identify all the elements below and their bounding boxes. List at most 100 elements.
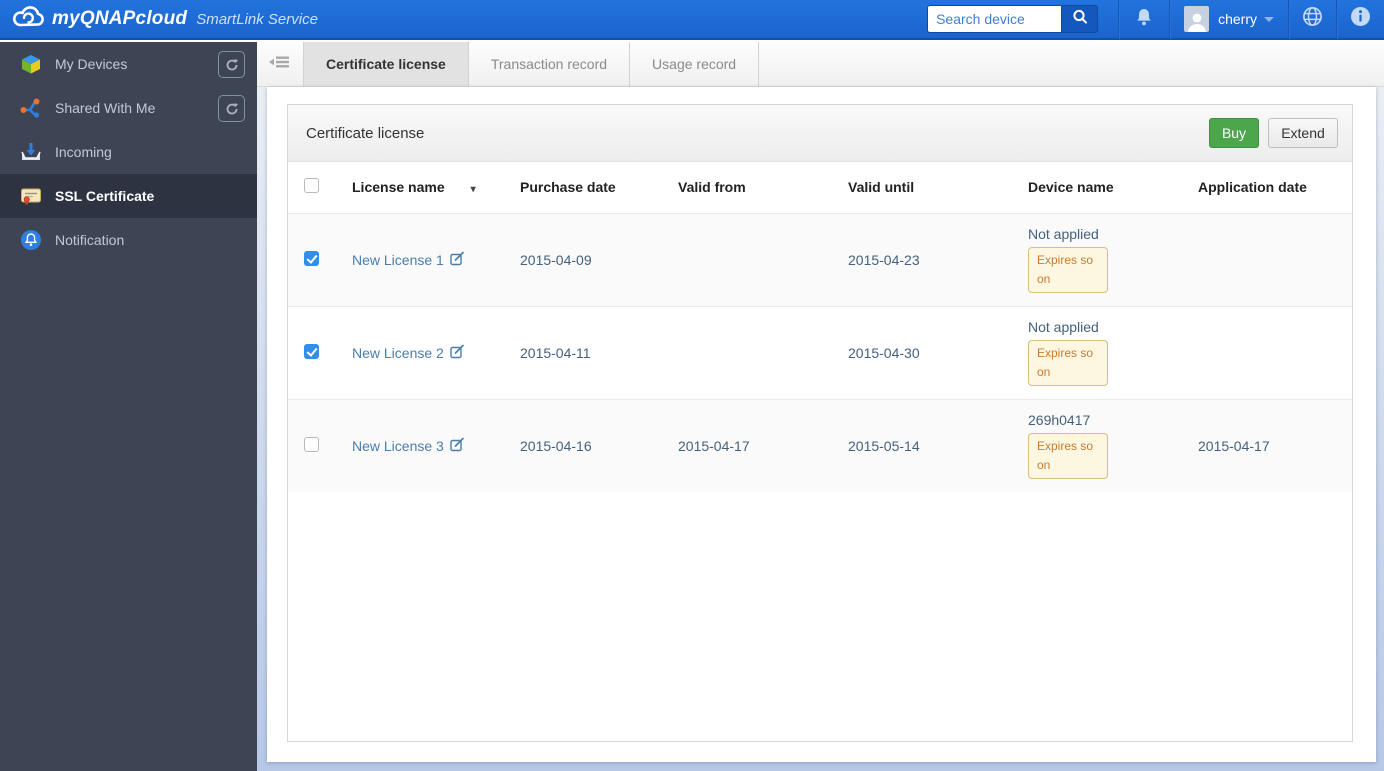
panel-title: Certificate license bbox=[306, 124, 425, 142]
tab-label: Certificate license bbox=[326, 56, 446, 72]
valid-from-cell bbox=[658, 306, 828, 399]
notification-bell-icon bbox=[20, 229, 42, 251]
certificate-license-panel: Certificate license Buy Extend License n… bbox=[287, 104, 1353, 742]
refresh-shared-button[interactable] bbox=[218, 95, 245, 122]
panel-header: Certificate license Buy Extend bbox=[288, 105, 1352, 162]
sidebar-item-label: SSL Certificate bbox=[55, 188, 155, 204]
notifications-button[interactable] bbox=[1119, 0, 1169, 39]
edit-icon[interactable] bbox=[450, 344, 465, 362]
device-name-cell: 269h0417 Expires soon bbox=[1008, 399, 1178, 492]
license-name-link[interactable]: New License 2 bbox=[352, 344, 465, 362]
collapse-sidebar-button[interactable] bbox=[257, 42, 303, 86]
devices-cube-icon bbox=[20, 53, 42, 75]
valid-until-cell: 2015-04-23 bbox=[848, 251, 920, 268]
application-date-cell bbox=[1178, 213, 1352, 306]
app-title: myQNAPcloud bbox=[52, 8, 188, 29]
edit-icon[interactable] bbox=[450, 437, 465, 455]
license-name-link[interactable]: New License 1 bbox=[352, 251, 465, 269]
cloud-logo-icon bbox=[12, 4, 44, 35]
table-header-row: License name ▾ Purchase date Valid from V… bbox=[288, 162, 1352, 213]
content-sheet: Certificate license Buy Extend License n… bbox=[267, 87, 1376, 762]
sidebar: My Devices Shared With Me Incoming SSL C… bbox=[0, 42, 257, 771]
sidebar-item-label: Shared With Me bbox=[55, 100, 156, 116]
select-all-checkbox[interactable] bbox=[304, 178, 319, 194]
tab-label: Transaction record bbox=[490, 56, 608, 72]
tab-label: Usage record bbox=[652, 56, 737, 72]
license-name: New License 1 bbox=[352, 251, 444, 268]
license-table: License name ▾ Purchase date Valid from V… bbox=[288, 162, 1352, 492]
column-header-valid-from[interactable]: Valid from bbox=[658, 162, 828, 213]
sidebar-item-ssl-certificate[interactable]: SSL Certificate bbox=[0, 174, 257, 218]
device-name: 269h0417 bbox=[1028, 412, 1091, 429]
tab-usage-record[interactable]: Usage record bbox=[629, 42, 760, 86]
table-row[interactable]: New License 2 2015-04-11 2015-04-30 Not … bbox=[288, 306, 1352, 399]
purchase-date-cell: 2015-04-09 bbox=[520, 251, 592, 268]
info-icon bbox=[1350, 6, 1371, 32]
license-name: New License 2 bbox=[352, 344, 444, 361]
table-row[interactable]: New License 3 2015-04-16 2015-04-17 2015… bbox=[288, 399, 1352, 492]
search-button[interactable] bbox=[1061, 5, 1099, 33]
application-date-cell bbox=[1178, 306, 1352, 399]
search-input[interactable] bbox=[927, 5, 1062, 33]
search-icon bbox=[1071, 8, 1089, 31]
tab-bar: Certificate license Transaction record U… bbox=[257, 42, 1384, 87]
expires-soon-badge: Expires soon bbox=[1028, 433, 1108, 480]
extend-button[interactable]: Extend bbox=[1268, 118, 1338, 148]
row-checkbox[interactable] bbox=[304, 343, 319, 359]
purchase-date-cell: 2015-04-16 bbox=[520, 437, 592, 454]
sidebar-item-shared-with-me[interactable]: Shared With Me bbox=[0, 86, 257, 130]
row-checkbox[interactable] bbox=[304, 250, 319, 266]
column-header-application-date[interactable]: Application date bbox=[1178, 162, 1352, 213]
tab-certificate-license[interactable]: Certificate license bbox=[303, 42, 469, 86]
collapse-menu-icon bbox=[269, 54, 291, 75]
device-name-cell: Not applied Expires soon bbox=[1008, 306, 1178, 399]
device-search bbox=[927, 5, 1099, 33]
sidebar-item-label: My Devices bbox=[55, 56, 128, 72]
avatar bbox=[1184, 6, 1210, 32]
sidebar-item-incoming[interactable]: Incoming bbox=[0, 130, 257, 174]
valid-until-cell: 2015-04-30 bbox=[848, 344, 920, 361]
tab-transaction-record[interactable]: Transaction record bbox=[467, 42, 631, 86]
column-header-device-name[interactable]: Device name bbox=[1008, 162, 1178, 213]
device-name: Not applied bbox=[1028, 319, 1099, 335]
sidebar-item-label: Incoming bbox=[55, 144, 112, 160]
license-name-link[interactable]: New License 3 bbox=[352, 437, 465, 455]
sidebar-item-label: Notification bbox=[55, 232, 125, 248]
username-label: cherry bbox=[1218, 11, 1257, 27]
column-header-purchase-date[interactable]: Purchase date bbox=[500, 162, 658, 213]
column-label: License name bbox=[352, 179, 445, 196]
chevron-down-icon bbox=[1264, 16, 1274, 22]
expires-soon-badge: Expires soon bbox=[1028, 247, 1108, 293]
sort-caret-icon[interactable]: ▾ bbox=[471, 184, 476, 195]
info-button[interactable] bbox=[1337, 0, 1384, 39]
globe-icon bbox=[1302, 6, 1323, 32]
app-subtitle: SmartLink Service bbox=[196, 10, 318, 28]
table-row[interactable]: New License 1 2015-04-09 2015-04-23 Not … bbox=[288, 213, 1352, 306]
refresh-my-devices-button[interactable] bbox=[218, 51, 245, 78]
row-checkbox[interactable] bbox=[304, 436, 319, 452]
language-button[interactable] bbox=[1289, 0, 1336, 39]
edit-icon[interactable] bbox=[450, 251, 465, 269]
top-header: myQNAPcloud SmartLink Service Search dev… bbox=[0, 0, 1384, 40]
expires-soon-badge: Expires soon bbox=[1028, 340, 1108, 386]
valid-from-cell bbox=[658, 213, 828, 306]
purchase-date-cell: 2015-04-11 bbox=[520, 344, 591, 361]
user-menu[interactable]: cherry bbox=[1170, 0, 1288, 39]
main-content: Certificate license Transaction record U… bbox=[257, 42, 1384, 771]
license-name: New License 3 bbox=[352, 437, 444, 454]
share-icon bbox=[20, 97, 42, 119]
valid-from-cell: 2015-04-17 bbox=[678, 437, 750, 454]
brand-logo: myQNAPcloud SmartLink Service bbox=[12, 4, 318, 35]
device-name: Not applied bbox=[1028, 226, 1099, 242]
device-name-cell: Not applied Expires soon bbox=[1008, 213, 1178, 306]
certificate-icon bbox=[20, 185, 42, 207]
buy-button[interactable]: Buy bbox=[1209, 118, 1259, 148]
sidebar-item-notification[interactable]: Notification bbox=[0, 218, 257, 262]
valid-until-cell: 2015-05-14 bbox=[848, 437, 920, 454]
column-header-license-name[interactable]: License name ▾ bbox=[332, 162, 500, 213]
column-header-valid-until[interactable]: Valid until bbox=[828, 162, 1008, 213]
application-date-cell: 2015-04-17 bbox=[1198, 437, 1270, 454]
sidebar-item-my-devices[interactable]: My Devices bbox=[0, 42, 257, 86]
incoming-tray-icon bbox=[20, 141, 42, 163]
bell-icon bbox=[1134, 7, 1154, 32]
